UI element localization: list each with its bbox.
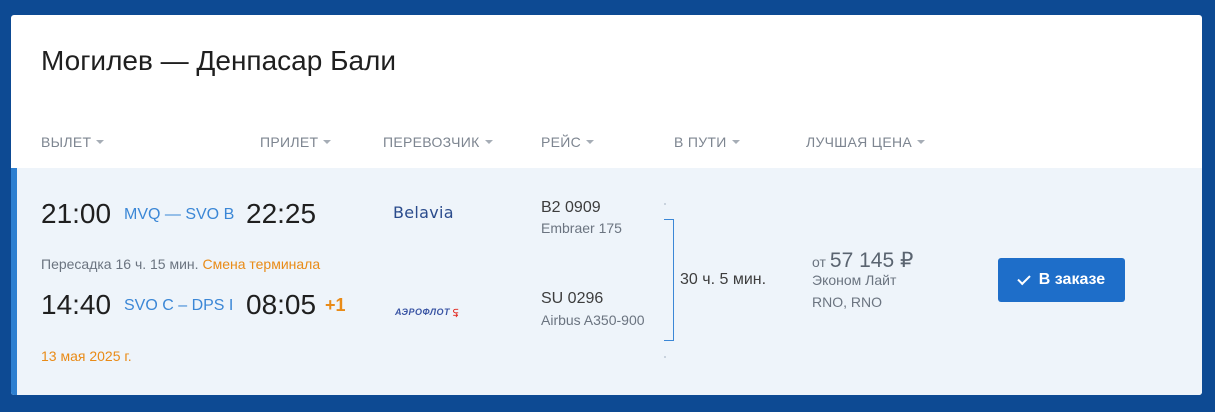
duration-bracket <box>664 219 674 341</box>
price-prefix: от <box>812 254 826 270</box>
transfer-info: Пересадка 16 ч. 15 мин. Смена терминала <box>41 256 320 272</box>
carrier-logo-aeroflot: АЭРОФЛОТ ⥹ <box>395 307 459 318</box>
caret-down-icon <box>731 140 740 145</box>
column-label: ПРИЛЕТ <box>260 134 319 150</box>
fare-name: Эконом Лайт <box>812 272 897 288</box>
column-label: ПЕРЕВОЗЧИК <box>383 134 480 150</box>
flight-number: SU 0296 <box>541 290 604 307</box>
column-label: ЛУЧШАЯ ЦЕНА <box>806 134 913 150</box>
departure-time: 14:40 <box>41 289 112 320</box>
flight-number: B2 0909 <box>541 199 601 216</box>
sort-flight[interactable]: РЕЙС <box>541 134 595 150</box>
caret-down-icon <box>96 140 105 145</box>
transfer-text: Пересадка 16 ч. 15 мин. <box>41 256 199 272</box>
route-codes: MVQ — SVO B <box>124 206 235 223</box>
caret-down-icon <box>484 140 493 145</box>
flight-date: 13 мая 2025 г. <box>41 348 132 364</box>
check-icon <box>1017 271 1031 285</box>
column-label: ВЫЛЕТ <box>41 134 92 150</box>
fare-codes: RNO, RNO <box>812 294 882 310</box>
in-order-button[interactable]: В заказе <box>998 258 1125 302</box>
total-duration: 30 ч. 5 мин. <box>680 271 767 288</box>
arrival-time: 22:25 <box>246 198 317 229</box>
caret-down-icon <box>586 140 595 145</box>
divider-dot <box>664 203 666 205</box>
divider-dot <box>664 356 666 358</box>
sort-arrival[interactable]: ПРИЛЕТ <box>260 134 332 150</box>
flight-row: 21:00 MVQ — SVO B 22:25 Belavia B2 0909 … <box>11 168 1202 395</box>
sort-departure[interactable]: ВЫЛЕТ <box>41 134 105 150</box>
column-label: В ПУТИ <box>674 134 727 150</box>
caret-down-icon <box>917 140 926 145</box>
aircraft-type: Embraer 175 <box>541 220 622 236</box>
route-codes: SVO C – DPS I <box>124 297 234 314</box>
sort-carrier[interactable]: ПЕРЕВОЗЧИК <box>383 134 493 150</box>
sort-duration[interactable]: В ПУТИ <box>674 134 740 150</box>
flight-card: Могилев — Денпасар Бали ВЫЛЕТ ПРИЛЕТ ПЕР… <box>11 15 1202 395</box>
terminal-change-note: Смена терминала <box>202 256 321 272</box>
departure-time: 21:00 <box>41 198 112 229</box>
next-day-badge: +1 <box>325 295 346 315</box>
carrier-logo-belavia: Belavia <box>393 203 454 222</box>
order-button-label: В заказе <box>1038 271 1106 288</box>
carrier-logo-text: АЭРОФЛОТ <box>395 307 451 317</box>
price: от 57 145 ₽ <box>812 248 913 273</box>
price-amount: 57 145 ₽ <box>829 249 914 272</box>
page-title: Могилев — Денпасар Бали <box>41 45 396 76</box>
arrival-time: 08:05 <box>246 289 317 320</box>
caret-down-icon <box>323 140 332 145</box>
aircraft-type: Airbus A350-900 <box>541 312 645 328</box>
wings-icon: ⥹ <box>453 307 459 317</box>
column-label: РЕЙС <box>541 134 582 150</box>
sort-best-price[interactable]: ЛУЧШАЯ ЦЕНА <box>806 134 926 150</box>
